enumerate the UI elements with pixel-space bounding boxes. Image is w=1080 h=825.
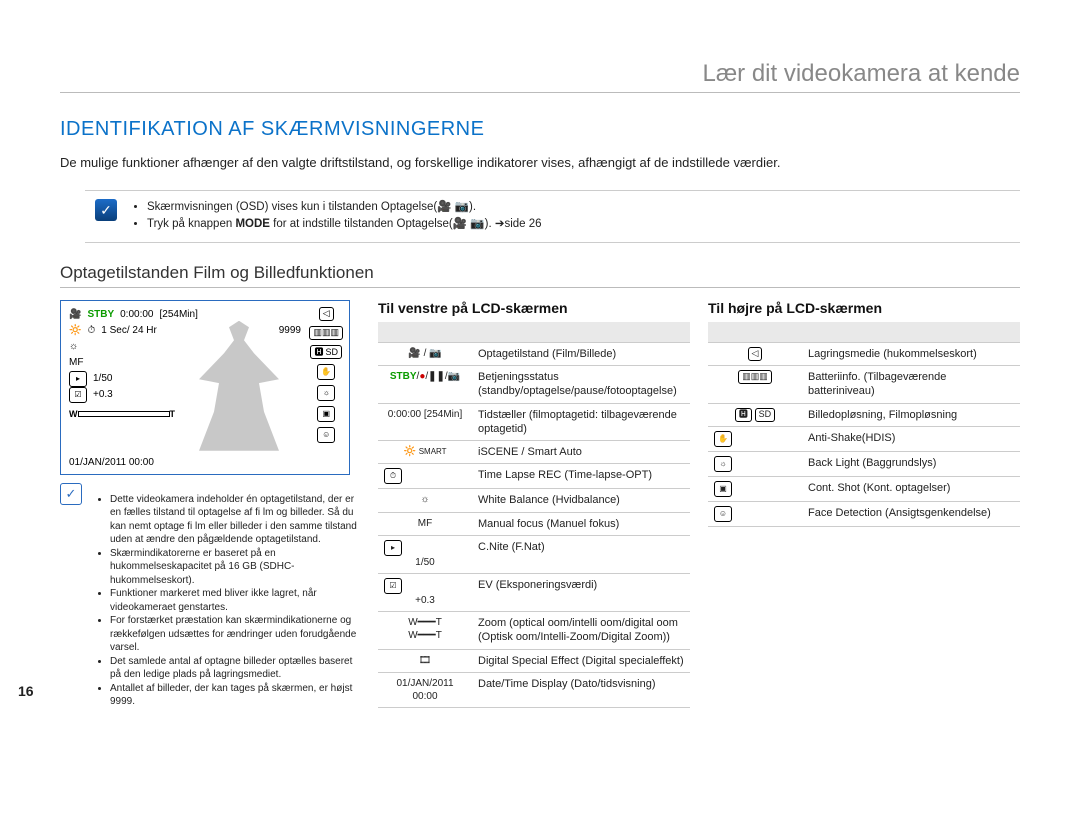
table-row: ▥▥▥Batteriinfo. (Tilbageværende batterin… [708, 365, 1020, 403]
table-row: 🎥 / 📷Optagetilstand (Film/Billede) [378, 342, 690, 365]
table-row: ✋Anti-Shake(HDIS) [708, 426, 1020, 451]
remaining-time: [254Min] [160, 309, 198, 320]
notice-item: Tryk på knappen MODE for at indstille ti… [147, 216, 542, 233]
rec-time: 0:00:00 [120, 309, 153, 320]
left-indicator-table: 🎥 / 📷Optagetilstand (Film/Billede) STBY/… [378, 322, 690, 708]
info-item: Antallet af billeder, der kan tages på s… [110, 682, 360, 709]
zoom-wide: W [69, 409, 78, 419]
right-table-title: Til højre på LCD-skærmen [708, 300, 1020, 316]
left-table-title: Til venstre på LCD-skærmen [378, 300, 690, 316]
table-row: ☼White Balance (Hvidbalance) [378, 489, 690, 512]
info-icon: ✓ [60, 483, 82, 505]
ev-value: +0.3 [93, 389, 113, 400]
table-row: MFManual focus (Manuel fokus) [378, 512, 690, 535]
info-list: Dette videokamera indeholder én optageti… [96, 493, 360, 709]
info-item: Dette videokamera indeholder én optageti… [110, 493, 360, 547]
info-item: For forstærket præstation kan skærmindik… [110, 614, 360, 655]
table-row: W━━━TW━━━TZoom (optical oom/intelli oom/… [378, 612, 690, 650]
table-row: ☺Face Detection (Ansigtsgenkendelse) [708, 501, 1020, 526]
timelapse-icon: ⏱ [87, 325, 95, 336]
table-row: 0:00:00 [254Min]Tidstæller (filmoptageti… [378, 403, 690, 441]
notice-box: ✓ Skærmvisningen (OSD) vises kun i tilst… [85, 190, 1020, 243]
table-row: ☑ +0.3EV (Eksponeringsværdi) [378, 574, 690, 612]
mode-movie-icon: 🎥 [69, 309, 81, 320]
intro-text: De mulige funktioner afhænger af den val… [60, 154, 1020, 172]
table-row: 🅷 SDBilledopløsning, Filmopløsning [708, 403, 1020, 426]
zoom-tele: T [170, 409, 176, 419]
chapter-title: Lær dit videokamera at kende [60, 60, 1020, 93]
shutter-value: 1/50 [93, 373, 112, 384]
antishake-icon: ✋ [317, 364, 335, 380]
notice-icon: ✓ [95, 199, 117, 221]
info-item: Skærmindikatorerne er baseret på en huko… [110, 547, 360, 588]
zoom-bar [78, 411, 170, 417]
backlight-icon: ☼ [317, 385, 335, 401]
mf-icon: MF [69, 357, 83, 368]
table-row: ▣Cont. Shot (Kont. optagelser) [708, 476, 1020, 501]
section-title: IDENTIFIKATION AF SKÆRMVISNINGERNE [60, 118, 1020, 141]
face-icon: ☺ [317, 427, 335, 443]
table-row: ⏱Time Lapse REC (Time-lapse-OPT) [378, 464, 690, 489]
battery-icon: ▥▥▥ [309, 326, 343, 340]
interval: 1 Sec/ 24 Hr [101, 325, 157, 336]
table-row: ◁Lagringsmedie (hukommelseskort) [708, 342, 1020, 365]
cnite-icon: ▸ [69, 371, 87, 387]
table-row: 01/JAN/2011 00:00Date/Time Display (Dato… [378, 672, 690, 707]
storage-icon: ◁ [319, 307, 334, 321]
status-stby: STBY [87, 309, 114, 320]
contshot-icon: ▣ [317, 406, 335, 422]
scene-icon: 🔆 [69, 325, 81, 336]
info-item: Det samlede antal af optagne billeder op… [110, 655, 360, 682]
ev-icon: ☑ [69, 387, 87, 403]
table-row: STBY/●/❚❚/📷Betjeningsstatus (standby/opt… [378, 365, 690, 403]
lcd-preview: 🎥 STBY 0:00:00 [254Min] 🔆 ⏱ 1 Sec/ 24 Hr… [60, 300, 350, 475]
wb-icon: ☼ [69, 341, 78, 352]
right-indicator-table: ◁Lagringsmedie (hukommelseskort) ▥▥▥Batt… [708, 322, 1020, 527]
info-item: Funktioner markeret med bliver ikke lagr… [110, 587, 360, 614]
table-row: 🔆 SMARTiSCENE / Smart Auto [378, 441, 690, 464]
subsection-title: Optagetilstanden Film og Billedfunktione… [60, 263, 1020, 288]
shot-count: 9999 [279, 325, 301, 336]
notice-item: Skærmvisningen (OSD) vises kun i tilstan… [147, 199, 542, 216]
page-number: 16 [18, 683, 34, 699]
resolution-icon: 🅷 SD [310, 345, 342, 359]
table-row: ▸ 1/50C.Nite (F.Nat) [378, 536, 690, 574]
table-row: ☼Back Light (Baggrundslys) [708, 451, 1020, 476]
table-row: 🎞Digital Special Effect (Digital special… [378, 649, 690, 672]
datetime: 01/JAN/2011 00:00 [69, 457, 154, 468]
